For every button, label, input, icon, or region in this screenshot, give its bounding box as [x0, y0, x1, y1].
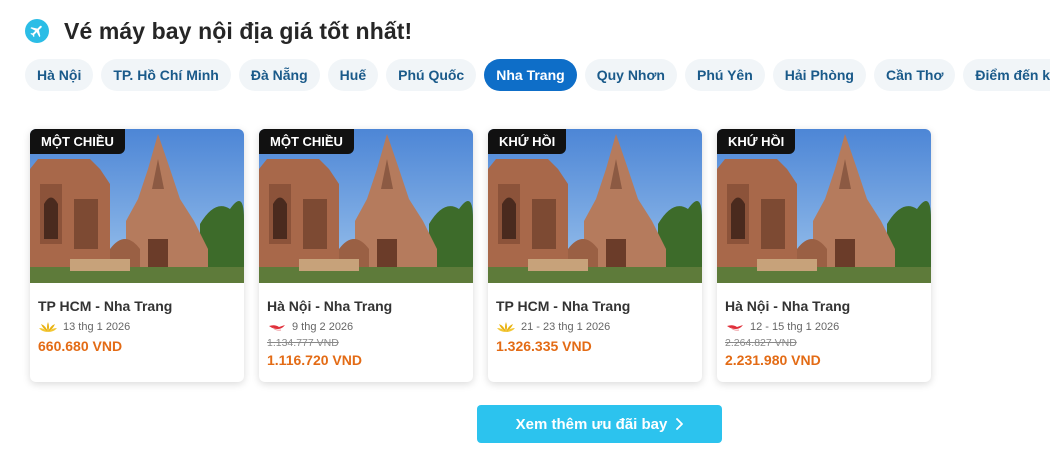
destination-tabs: Hà Nội TP. Hồ Chí Minh Đà Nẵng Huế Phú Q…: [25, 59, 1050, 93]
price: 660.680 VND: [38, 338, 123, 354]
tab-quy-nhon[interactable]: Quy Nhơn: [584, 59, 677, 91]
trip-type-badge: MỘT CHIỀU: [259, 129, 354, 154]
flight-date: 12 - 15 thg 1 2026: [750, 321, 840, 333]
deal-cards: MỘT CHIỀU TP HCM - Nha Trang 13 thg 1 20…: [30, 129, 946, 382]
trip-type-badge: KHỨ HỒI: [488, 129, 567, 154]
tab-ha-noi[interactable]: Hà Nội: [25, 59, 94, 91]
deal-card[interactable]: KHỨ HỒI Hà Nội - Nha Trang 12 - 15 thg 1…: [717, 129, 931, 382]
route-label: Hà Nội - Nha Trang: [725, 298, 851, 314]
section-header: Vé máy bay nội địa giá tốt nhất!: [25, 16, 412, 46]
destination-photo: KHỨ HỒI: [488, 129, 702, 283]
destination-photo: KHỨ HỒI: [717, 129, 931, 283]
tab-phu-quoc[interactable]: Phú Quốc: [386, 59, 477, 91]
see-more-deals-button[interactable]: Xem thêm ưu đãi bay: [477, 405, 722, 443]
vietnam-airlines-lotus-icon: [496, 321, 516, 334]
original-price: 1.134.777 VND: [267, 337, 339, 349]
deal-card[interactable]: MỘT CHIỀU Hà Nội - Nha Trang 9 thg 2 202…: [259, 129, 473, 382]
see-more-deals-label: Xem thêm ưu đãi bay: [515, 415, 668, 433]
tab-hai-phong[interactable]: Hải Phòng: [772, 59, 866, 91]
original-price: 2.264.827 VND: [725, 337, 797, 349]
chevron-right-icon: [675, 418, 684, 430]
trip-type-badge: MỘT CHIỀU: [30, 129, 125, 154]
tab-diem-den-khac[interactable]: Điểm đến khác: [963, 59, 1050, 91]
deal-card[interactable]: MỘT CHIỀU TP HCM - Nha Trang 13 thg 1 20…: [30, 129, 244, 382]
trip-type-badge: KHỨ HỒI: [717, 129, 796, 154]
price: 1.326.335 VND: [496, 338, 592, 354]
vietnam-airlines-lotus-icon: [38, 321, 58, 334]
route-label: TP HCM - Nha Trang: [38, 298, 173, 314]
tab-can-tho[interactable]: Cần Thơ: [874, 59, 956, 91]
tab-nha-trang[interactable]: Nha Trang: [484, 59, 577, 91]
tab-tp-ho-chi-minh[interactable]: TP. Hồ Chí Minh: [101, 59, 231, 91]
tab-da-nang[interactable]: Đà Nẵng: [238, 59, 320, 91]
flight-date: 9 thg 2 2026: [292, 321, 354, 333]
vietjet-bird-icon: [267, 321, 287, 334]
destination-photo: MỘT CHIỀU: [30, 129, 244, 283]
section-title: Vé máy bay nội địa giá tốt nhất!: [64, 17, 413, 44]
airplane-icon: [25, 19, 49, 43]
route-label: TP HCM - Nha Trang: [496, 298, 631, 314]
tab-phu-yen[interactable]: Phú Yên: [685, 59, 765, 91]
destination-photo: MỘT CHIỀU: [259, 129, 473, 283]
flight-date: 21 - 23 thg 1 2026: [521, 321, 611, 333]
flight-date: 13 thg 1 2026: [63, 321, 131, 333]
price: 1.116.720 VND: [267, 352, 362, 368]
route-label: Hà Nội - Nha Trang: [267, 298, 393, 314]
tab-hue[interactable]: Huế: [327, 59, 379, 91]
price: 2.231.980 VND: [725, 352, 821, 368]
vietjet-bird-icon: [725, 321, 745, 334]
deal-card[interactable]: KHỨ HỒI TP HCM - Nha Trang 21 - 23 thg 1…: [488, 129, 702, 382]
page: Vé máy bay nội địa giá tốt nhất! Hà Nội …: [0, 0, 1050, 476]
